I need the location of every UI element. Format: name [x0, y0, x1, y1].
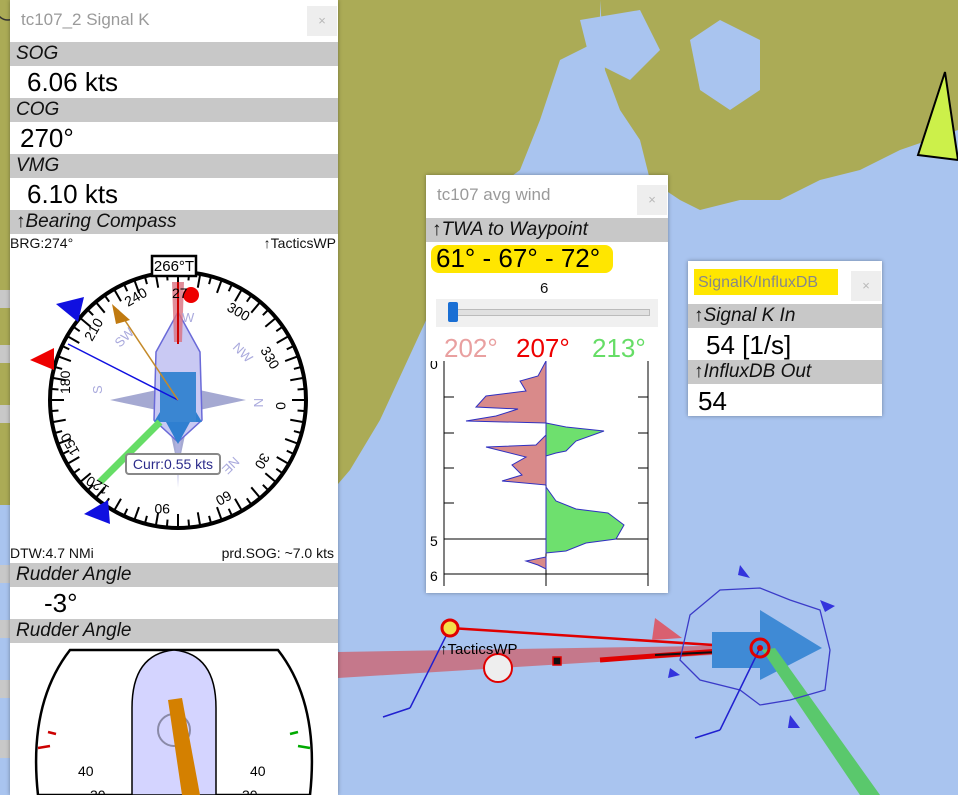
influxdb-out-label[interactable]: ↑InfluxDB Out [688, 360, 882, 384]
waypoint-marker [440, 618, 460, 638]
direction-mid: 207° [516, 333, 570, 363]
current-readout: Curr:0.55 kts [133, 456, 213, 472]
starboard-area [545, 422, 605, 457]
rudder-angle-label[interactable]: Rudder Angle [10, 563, 338, 587]
direction-high: 213° [592, 333, 646, 363]
direction-low: 202° [444, 333, 498, 363]
slider-thumb[interactable] [448, 302, 458, 322]
bearing-compass-label[interactable]: ↑Bearing Compass [10, 210, 338, 234]
compass-tick [297, 387, 306, 391]
twa-value: 61° - 67° - 72° [436, 243, 601, 273]
port-area-2 [485, 433, 547, 486]
compass-tick [297, 409, 306, 413]
bearing-compass: 266°T Curr:0.55 kts 240 210 180 150 120 … [30, 254, 308, 530]
signalk-in-value: 54 [1/s] [706, 330, 792, 360]
close-button[interactable]: × [851, 271, 881, 301]
cog-value: 270° [20, 123, 74, 153]
cardinal-w: W [182, 310, 195, 325]
axis-label-6: 6 [430, 568, 438, 584]
panel-title: tc107 avg wind [437, 185, 551, 204]
compass-tick [165, 519, 169, 528]
slider-value: 6 [540, 280, 549, 297]
vmg-label: VMG [10, 154, 338, 178]
current-pointer-icon [84, 500, 110, 524]
dtw-readout: DTW:4.7 NMi [10, 545, 94, 561]
starboard-area-2 [545, 485, 625, 554]
rudder-scale-left-2: 30 [90, 787, 106, 795]
brg-readout: BRG:274° [10, 235, 74, 251]
predicted-sog-readout: prd.SOG: ~7.0 kts [221, 545, 334, 561]
panel-title-bar[interactable]: tc107_2 Signal K × [10, 0, 338, 40]
rudder-gauge-label[interactable]: Rudder Angle [10, 619, 338, 643]
waypoint-map-label: ↑TacticsWP [440, 641, 518, 658]
cardinal-n: N [251, 398, 266, 407]
averaging-slider[interactable] [436, 299, 658, 327]
panel-title: SignalK/InfluxDB [698, 274, 819, 291]
close-button[interactable]: × [307, 6, 337, 36]
tick-180: 180 [57, 370, 73, 394]
cog-label: COG [10, 98, 338, 122]
axis-label-5: 5 [430, 533, 438, 549]
sog-label: SOG [10, 42, 338, 66]
rudder-scale-right-2: 30 [242, 787, 258, 795]
rudder-scale-left: 40 [78, 763, 94, 779]
rudder-scale-right: 40 [250, 763, 266, 779]
rudder-gauge: 40 40 30 30 [34, 648, 314, 795]
signalk-panel: tc107_2 Signal K × SOG 6.06 kts COG 270°… [10, 0, 338, 795]
tick-90: 90 [154, 501, 170, 517]
compass-tick [187, 519, 191, 528]
twa-label[interactable]: ↑TWA to Waypoint [426, 218, 668, 242]
tick-27: 27 [172, 285, 188, 301]
tick-0: 0 [273, 402, 289, 410]
panel-title-bar[interactable]: tc107 avg wind × [426, 175, 668, 215]
heading-box: 266°T [154, 258, 194, 275]
cardinal-s: S [90, 385, 105, 394]
close-button[interactable]: × [637, 185, 667, 215]
influxdb-out-value: 54 [698, 386, 727, 416]
vmg-value: 6.10 kts [27, 179, 119, 209]
mark-circle [483, 653, 513, 683]
port-area [465, 361, 547, 424]
tactics-wp-label: ↑TacticsWP [263, 235, 336, 251]
influxdb-panel: SignalK/InfluxDB × ↑Signal K In 54 [1/s]… [688, 261, 882, 416]
compass-tick [50, 409, 59, 413]
rudder-angle-value: -3° [44, 588, 78, 618]
port-area-3 [524, 556, 547, 570]
panel-title: tc107_2 Signal K [21, 10, 150, 29]
wind-history-plot: 0 5 6 [430, 361, 649, 586]
axis-label-0: 0 [430, 361, 438, 372]
panel-title-bar[interactable]: SignalK/InfluxDB × [688, 261, 882, 301]
sog-value: 6.06 kts [27, 67, 119, 97]
avg-wind-panel: tc107 avg wind × ↑TWA to Waypoint 61° - … [426, 175, 668, 593]
signalk-in-label[interactable]: ↑Signal K In [688, 304, 882, 328]
